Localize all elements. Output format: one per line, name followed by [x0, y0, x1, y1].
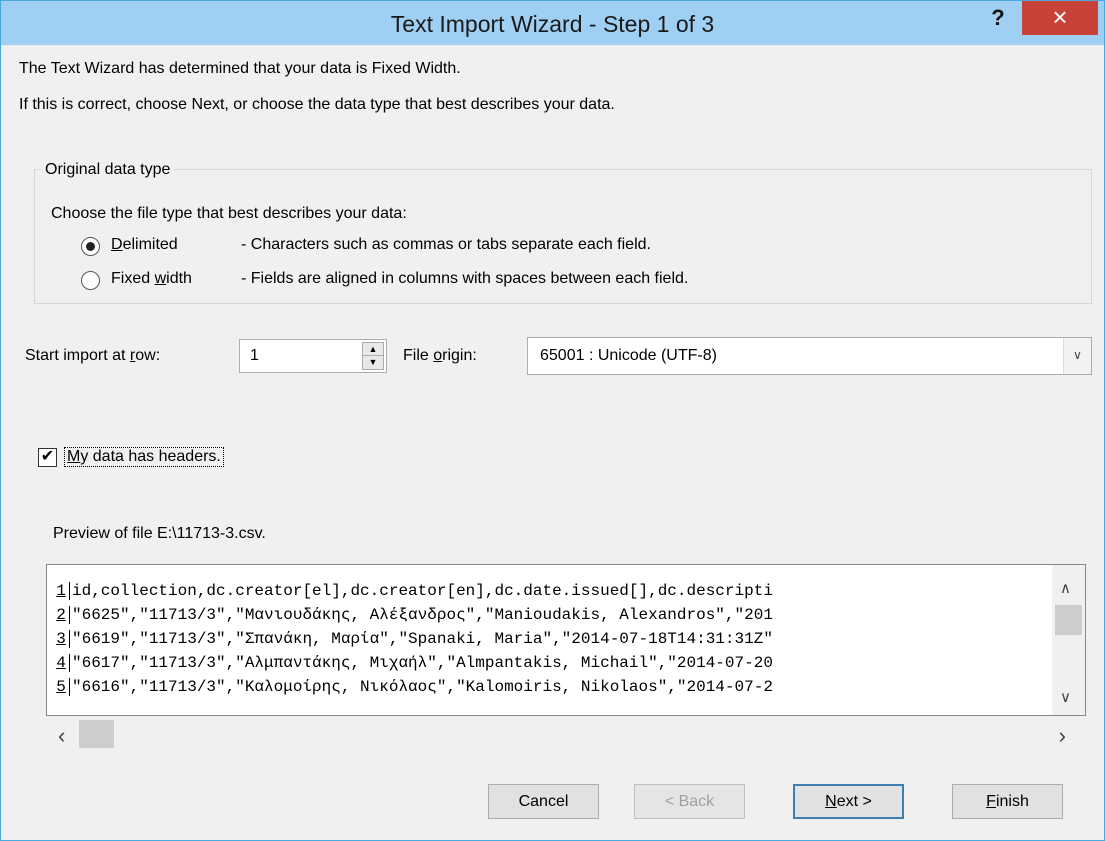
intro-determined-text: The Text Wizard has determined that your… [19, 60, 461, 77]
file-origin-label: File origin: [403, 347, 477, 364]
preview-row: 4 "6617","11713/3","Αλμπαντάκης, Μιχαήλ",… [53, 648, 1053, 672]
original-data-type-legend: Original data type [41, 161, 175, 179]
start-row-label: Start import at row: [25, 347, 161, 364]
checkmark-icon: ✔ [40, 448, 55, 465]
row-number: 4 [53, 654, 70, 672]
file-origin-select[interactable]: 65001 : Unicode (UTF-8) ∨ [527, 337, 1092, 375]
radio-fixed-width-button[interactable] [81, 270, 100, 290]
row-text: "6617","11713/3","Αλμπαντάκης, Μιχαήλ","… [72, 654, 773, 672]
row-number: 1 [53, 582, 70, 600]
close-button[interactable]: × [1022, 1, 1098, 35]
horizontal-scrollbar[interactable]: ‹ › [46, 717, 1086, 753]
headers-checkbox-label[interactable]: My data has headers. [64, 447, 224, 467]
scroll-up-icon[interactable]: ∧ [1060, 579, 1071, 597]
row-number: 5 [53, 678, 70, 696]
radio-delimited-button[interactable] [81, 236, 100, 256]
preview-row: 2 "6625","11713/3","Μανιουδάκης, Αλέξανδρ… [53, 600, 1053, 624]
start-row-value: 1 [250, 347, 259, 364]
scroll-right-icon[interactable]: › [1059, 723, 1066, 749]
title-bar[interactable]: Text Import Wizard - Step 1 of 3 ? × [1, 1, 1104, 45]
preview-content: 1 id,collection,dc.creator[el],dc.creator… [53, 576, 1053, 704]
spin-down-icon[interactable]: ▼ [363, 356, 383, 369]
next-button[interactable]: Next > [793, 784, 904, 819]
row-text: "6625","11713/3","Μανιουδάκης, Αλέξανδρο… [72, 606, 773, 624]
preview-row: 1 id,collection,dc.creator[el],dc.creator… [53, 576, 1053, 600]
help-button[interactable]: ? [983, 5, 1013, 33]
row-text: id,collection,dc.creator[el],dc.creator[… [72, 582, 773, 600]
cancel-button[interactable]: Cancel [488, 784, 599, 819]
chevron-down-icon[interactable]: ∨ [1063, 338, 1091, 374]
spin-up-icon[interactable]: ▲ [363, 343, 383, 356]
file-preview[interactable]: 1 id,collection,dc.creator[el],dc.creator… [46, 564, 1086, 716]
intro-instructions-text: If this is correct, choose Next, or choo… [19, 96, 615, 113]
dialog-title: Text Import Wizard - Step 1 of 3 [390, 11, 715, 37]
file-origin-value: 65001 : Unicode (UTF-8) [540, 347, 717, 364]
radio-delimited[interactable]: Delimited - Characters such as commas or… [81, 233, 651, 259]
row-number: 3 [53, 630, 70, 648]
row-text: "6616","11713/3","Καλομοίρης, Νικόλαος",… [72, 678, 773, 696]
text-import-wizard-dialog: Text Import Wizard - Step 1 of 3 ? × The… [0, 0, 1105, 841]
start-row-stepper[interactable]: 1 ▲ ▼ [239, 339, 387, 373]
back-button[interactable]: < Back [634, 784, 745, 819]
radio-delimited-description: - Characters such as commas or tabs sepa… [241, 236, 651, 253]
scroll-down-icon[interactable]: ∨ [1060, 688, 1071, 706]
radio-delimited-label: Delimited [111, 236, 178, 253]
preview-row: 5 "6616","11713/3","Καλομοίρης, Νικόλαος"… [53, 672, 1053, 696]
vertical-scroll-thumb[interactable] [1055, 605, 1082, 635]
radio-fixed-width-label: Fixed width [111, 270, 192, 287]
row-number: 2 [53, 606, 70, 624]
scroll-left-icon[interactable]: ‹ [58, 723, 65, 749]
preview-label: Preview of file E:\11713-3.csv. [53, 525, 266, 542]
radio-fixed-width[interactable]: Fixed width - Fields are aligned in colu… [81, 267, 688, 293]
finish-button[interactable]: Finish [952, 784, 1063, 819]
horizontal-scroll-thumb[interactable] [79, 720, 114, 748]
radio-fixed-width-description: - Fields are aligned in columns with spa… [241, 270, 689, 287]
headers-checkbox[interactable]: ✔ [38, 448, 57, 467]
vertical-scrollbar[interactable]: ∧ ∨ [1052, 565, 1085, 715]
start-row-spin-buttons: ▲ ▼ [362, 342, 384, 370]
preview-row: 3 "6619","11713/3","Σπανάκη, Μαρία","Span… [53, 624, 1053, 648]
close-icon: × [1052, 2, 1068, 32]
row-text: "6619","11713/3","Σπανάκη, Μαρία","Spana… [72, 630, 773, 648]
file-type-prompt: Choose the file type that best describes… [51, 205, 407, 222]
